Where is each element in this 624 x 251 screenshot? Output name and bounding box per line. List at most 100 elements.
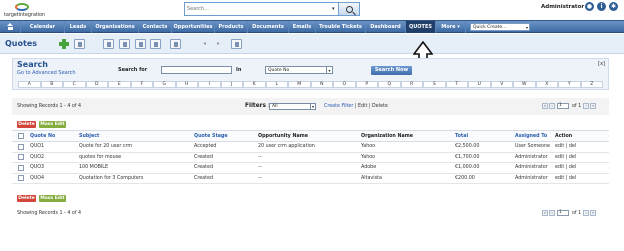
row-checkbox[interactable] <box>18 154 24 160</box>
organization-name[interactable]: Adobe <box>359 162 453 174</box>
alphabet-letter[interactable]: Z <box>580 81 603 88</box>
calculator-icon[interactable] <box>135 39 146 49</box>
col-subject[interactable]: Subject <box>77 130 192 142</box>
alphabet-letter[interactable]: U <box>468 81 491 88</box>
delete-button[interactable]: Delete <box>17 121 36 128</box>
search-dropdown-arrow-icon[interactable]: ▾ <box>332 6 335 12</box>
edit-filter-link[interactable]: Edit <box>358 104 367 109</box>
help-icon[interactable]: i <box>597 2 606 11</box>
row-checkbox[interactable] <box>18 164 24 171</box>
select-all-checkbox[interactable] <box>18 132 24 139</box>
subject-link[interactable]: Quote for 20 user crm <box>77 141 192 153</box>
alphabet-letter[interactable]: J <box>220 81 243 88</box>
prev-page-icon[interactable]: ‹ <box>549 210 555 216</box>
nav-emails[interactable]: Emails <box>289 21 316 33</box>
close-search-panel[interactable]: [x] <box>598 61 605 67</box>
page-input[interactable]: 1 <box>557 103 569 109</box>
first-page-icon[interactable]: « <box>542 210 548 216</box>
alphabet-letter[interactable]: T <box>445 81 468 88</box>
col-total[interactable]: Total <box>453 130 513 142</box>
row-actions[interactable]: edit | del <box>553 162 609 174</box>
last-page-icon[interactable]: » <box>590 103 597 109</box>
alphabet-letter[interactable]: X <box>535 81 558 88</box>
search-tool-icon[interactable] <box>74 39 85 49</box>
search-now-button[interactable]: Search Now <box>371 66 412 75</box>
find-duplicates-icon[interactable] <box>231 39 242 49</box>
prev-page-icon[interactable]: ‹ <box>549 103 555 109</box>
alphabet-letter[interactable]: L <box>265 81 288 88</box>
alphabet-letter[interactable]: K <box>243 81 266 88</box>
next-record-icon[interactable]: ▸ <box>217 40 220 47</box>
organization-name[interactable]: Yahoo <box>359 141 453 153</box>
col-quote-stage[interactable]: Quote Stage <box>192 130 256 142</box>
row-actions[interactable]: edit | del <box>553 152 609 163</box>
alphabet-letter[interactable]: D <box>85 81 108 88</box>
subject-link[interactable]: Quotation for 3 Computers <box>77 173 192 184</box>
nav-contacts[interactable]: Contacts <box>139 21 172 33</box>
alphabet-letter[interactable]: H <box>175 81 198 88</box>
delete-button[interactable]: Delete <box>17 195 36 202</box>
nav-dashboard[interactable]: Dashboard <box>366 21 406 33</box>
nav-products[interactable]: Products <box>215 21 248 33</box>
delete-filter-link[interactable]: Delete <box>372 104 388 109</box>
row-checkbox[interactable] <box>18 143 24 150</box>
row-checkbox[interactable] <box>18 175 24 181</box>
alphabet-letter[interactable]: P <box>355 81 378 88</box>
alphabet-letter[interactable]: B <box>40 81 63 88</box>
search-field-select[interactable]: Quote No ▾ <box>265 66 333 74</box>
organization-name[interactable]: Yahoo <box>359 152 453 163</box>
nav-organisations[interactable]: Organisations <box>92 21 139 33</box>
calendar-icon[interactable] <box>103 39 114 49</box>
nav-trouble-tickets[interactable]: Trouble Tickets <box>316 21 366 33</box>
alphabet-letter[interactable]: M <box>288 81 311 88</box>
nav-home[interactable] <box>0 21 21 33</box>
nav-leads[interactable]: Leads <box>65 21 92 33</box>
col-quote-no[interactable]: Quote No <box>28 130 77 142</box>
search-button[interactable] <box>338 2 360 16</box>
page-input[interactable]: 1 <box>557 210 569 216</box>
advanced-search-link[interactable]: Go to Advanced Search <box>17 70 76 76</box>
settings-gear-icon[interactable]: ✱ <box>609 2 618 11</box>
alphabet-letter[interactable]: E <box>108 81 131 88</box>
alphabet-letter[interactable]: C <box>63 81 86 88</box>
alphabet-letter[interactable]: V <box>490 81 513 88</box>
nav-documents[interactable]: Documents <box>248 21 289 33</box>
alphabet-letter[interactable]: N <box>310 81 333 88</box>
nav-calendar[interactable]: Calendar <box>21 21 65 33</box>
alphabet-letter[interactable]: A <box>18 81 41 88</box>
subject-link[interactable]: quotes for mouse <box>77 152 192 163</box>
add-quote-icon[interactable] <box>59 39 70 49</box>
quick-create-select[interactable]: Quick Create... ▾ <box>470 23 530 31</box>
alphabet-letter[interactable]: Y <box>558 81 581 88</box>
create-filter-link[interactable]: Create Filter <box>324 104 353 109</box>
next-page-icon[interactable]: › <box>583 103 590 109</box>
nav-opportunities[interactable]: Opportunities <box>172 21 215 33</box>
nav-more[interactable]: More ▾ <box>436 21 466 33</box>
chat-icon[interactable] <box>150 39 161 49</box>
import-icon[interactable] <box>170 39 181 49</box>
nav-quotes[interactable]: QUOTES <box>406 21 436 33</box>
alphabet-letter[interactable]: Q <box>378 81 401 88</box>
row-actions[interactable]: edit | del <box>553 173 609 184</box>
clock-icon[interactable] <box>119 39 130 49</box>
search-for-input[interactable] <box>161 66 232 74</box>
user-icon[interactable]: ● <box>585 2 594 11</box>
mass-edit-button[interactable]: Mass Edit <box>39 195 66 202</box>
filter-select[interactable]: All ▾ <box>269 103 316 110</box>
mass-edit-button[interactable]: Mass Edit <box>39 121 66 128</box>
subject-link[interactable]: 100 MOBILE <box>77 162 192 174</box>
alphabet-letter[interactable]: G <box>153 81 176 88</box>
next-page-icon[interactable]: › <box>583 210 590 216</box>
previous-record-icon[interactable]: ◂ <box>203 40 206 47</box>
alphabet-letter[interactable]: W <box>513 81 536 88</box>
alphabet-letter[interactable]: O <box>333 81 356 88</box>
opportunity-name[interactable]: 20 user crm application <box>256 141 359 153</box>
col-assigned-to[interactable]: Assigned To <box>513 130 553 142</box>
user-name[interactable]: Administrator <box>541 4 584 10</box>
global-search-input[interactable] <box>187 4 333 14</box>
brand-logo[interactable]: targetintegration <box>4 3 48 18</box>
last-page-icon[interactable]: » <box>590 210 597 216</box>
row-actions[interactable]: edit | del <box>553 141 609 153</box>
alphabet-letter[interactable]: F <box>130 81 153 88</box>
first-page-icon[interactable]: « <box>542 103 548 109</box>
